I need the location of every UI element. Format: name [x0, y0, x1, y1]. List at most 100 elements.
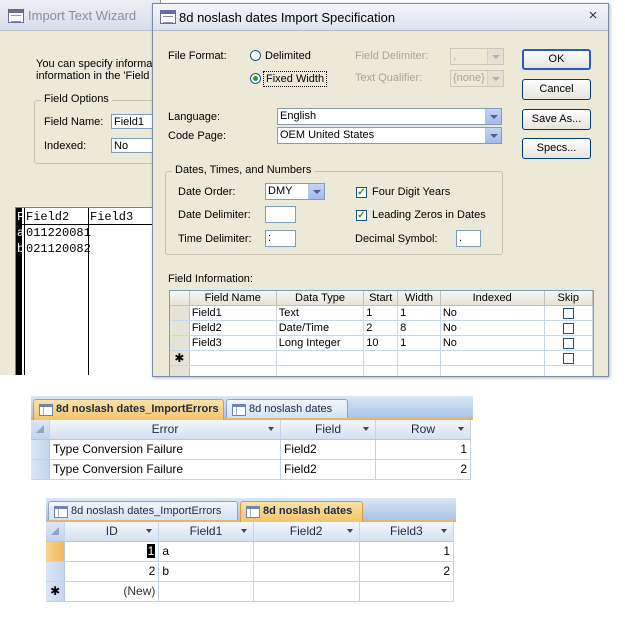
grid-header-data-type[interactable]: Data Type: [276, 291, 365, 306]
id-cell[interactable]: 1: [64, 541, 160, 562]
row-selector[interactable]: [170, 320, 190, 336]
table-row[interactable]: 1 a 1: [46, 541, 455, 562]
tab-import-errors[interactable]: 8d noslash dates_ImportErrors: [48, 501, 238, 520]
table-row[interactable]: 2 b 2: [46, 561, 455, 582]
field-delimiter-select[interactable]: ,: [450, 48, 504, 65]
field2-cell[interactable]: [253, 541, 360, 562]
grid-cell[interactable]: No: [440, 305, 545, 321]
fixed-width-radio[interactable]: [250, 73, 261, 84]
field1-cell[interactable]: b: [158, 561, 254, 582]
code-page-select[interactable]: OEM United States: [277, 127, 502, 144]
leading-zeros-checkbox[interactable]: ✓: [356, 210, 367, 221]
row-selector[interactable]: [46, 561, 66, 582]
field-information-grid[interactable]: Field Name Data Type Start Width Indexed…: [169, 290, 594, 376]
select-all-corner[interactable]: [31, 420, 50, 440]
grid-cell[interactable]: Field1: [189, 305, 277, 321]
table-row[interactable]: Type Conversion Failure Field2 2: [31, 459, 471, 480]
grid-cell[interactable]: 2: [363, 320, 399, 336]
tab-noslash-dates[interactable]: 8d noslash dates: [240, 501, 363, 522]
grid-cell[interactable]: Long Integer: [276, 335, 365, 351]
field1-cell[interactable]: a: [158, 541, 254, 562]
grid-cell[interactable]: [440, 350, 545, 366]
close-icon[interactable]: ×: [586, 7, 600, 24]
field-cell[interactable]: Field2: [280, 459, 376, 480]
time-delimiter-input[interactable]: :: [265, 230, 296, 247]
error-cell[interactable]: Type Conversion Failure: [49, 439, 281, 460]
field3-cell[interactable]: [359, 581, 455, 602]
new-row[interactable]: ✱ (New): [46, 581, 455, 602]
id-new-cell[interactable]: (New): [64, 581, 160, 602]
delimited-radio[interactable]: [250, 50, 261, 61]
column-header-field2[interactable]: Field2: [253, 522, 360, 542]
grid-cell[interactable]: Field3: [189, 335, 277, 351]
text-qualifier-select[interactable]: {none}: [450, 70, 504, 87]
grid-header-skip[interactable]: Skip: [544, 291, 593, 306]
ok-button[interactable]: OK: [522, 49, 591, 70]
row-selector[interactable]: [31, 459, 50, 480]
data-preview-grid[interactable]: F Field2 Field3 a 011220081 b 021120082: [15, 207, 160, 375]
grid-corner[interactable]: [170, 291, 190, 306]
id-cell[interactable]: 2: [64, 561, 160, 582]
chevron-down-icon[interactable]: [240, 529, 247, 533]
grid-cell[interactable]: Date/Time: [276, 320, 365, 336]
grid-cell[interactable]: 10: [363, 335, 399, 351]
field3-cell[interactable]: 2: [359, 561, 455, 582]
table-row[interactable]: Type Conversion Failure Field2 1: [31, 439, 471, 460]
grid-cell[interactable]: [397, 350, 441, 366]
grid-cell[interactable]: 1: [397, 305, 441, 321]
grid-cell[interactable]: [363, 350, 399, 366]
row-selector[interactable]: [46, 541, 66, 562]
skip-checkbox[interactable]: [562, 307, 574, 319]
specs-button[interactable]: Specs...: [522, 138, 591, 159]
save-as-button[interactable]: Save As...: [522, 109, 591, 130]
chevron-down-icon[interactable]: [268, 427, 274, 431]
four-digit-years-checkbox[interactable]: ✓: [356, 187, 367, 198]
chevron-down-icon[interactable]: [441, 529, 447, 533]
row-selector[interactable]: [170, 335, 190, 351]
row-selector[interactable]: [170, 305, 190, 321]
grid-cell[interactable]: [276, 350, 365, 366]
chevron-down-icon[interactable]: [346, 529, 353, 533]
cancel-button[interactable]: Cancel: [522, 79, 591, 100]
field2-cell[interactable]: [253, 581, 360, 602]
select-all-corner[interactable]: [46, 522, 66, 542]
column-header-field1[interactable]: Field1: [158, 522, 254, 542]
grid-cell[interactable]: 1: [363, 305, 399, 321]
table-row[interactable]: Field1 Text 1 1 No: [170, 305, 593, 321]
column-header-field3[interactable]: Field3: [359, 522, 455, 542]
errors-table[interactable]: Error Field Row Type Conversion Failure …: [31, 420, 471, 480]
grid-cell[interactable]: No: [440, 335, 545, 351]
skip-checkbox[interactable]: [562, 322, 574, 334]
column-header-row[interactable]: Row: [375, 420, 471, 440]
grid-header-width[interactable]: Width: [397, 291, 441, 306]
field1-cell[interactable]: [158, 581, 254, 602]
grid-header-start[interactable]: Start: [363, 291, 399, 306]
error-cell[interactable]: Type Conversion Failure: [49, 459, 281, 480]
tab-noslash-dates[interactable]: 8d noslash dates: [226, 399, 348, 418]
grid-cell[interactable]: 8: [397, 320, 441, 336]
new-row[interactable]: ✱: [170, 350, 593, 366]
grid-header-indexed[interactable]: Indexed: [440, 291, 545, 306]
table-row[interactable]: Field2 Date/Time 2 8 No: [170, 320, 593, 336]
date-order-select[interactable]: DMY: [265, 183, 325, 200]
grid-cell[interactable]: [189, 350, 277, 366]
column-header-id[interactable]: ID: [64, 522, 160, 542]
row-cell[interactable]: 1: [375, 439, 471, 460]
row-selector[interactable]: [31, 439, 50, 460]
table-row[interactable]: Field3 Long Integer 10 1 No: [170, 335, 593, 351]
grid-cell[interactable]: Field2: [189, 320, 277, 336]
column-header-field[interactable]: Field: [280, 420, 376, 440]
column-header-error[interactable]: Error: [49, 420, 281, 440]
field2-cell[interactable]: [253, 561, 360, 582]
chevron-down-icon[interactable]: [146, 529, 153, 533]
field-cell[interactable]: Field2: [280, 439, 376, 460]
chevron-down-icon[interactable]: [458, 427, 464, 431]
chevron-down-icon[interactable]: [363, 427, 369, 431]
row-cell[interactable]: 2: [375, 459, 471, 480]
language-select[interactable]: English: [277, 108, 502, 125]
grid-cell[interactable]: 1: [397, 335, 441, 351]
grid-cell[interactable]: No: [440, 320, 545, 336]
field3-cell[interactable]: 1: [359, 541, 455, 562]
tab-import-errors[interactable]: 8d noslash dates_ImportErrors: [33, 399, 224, 420]
grid-header-field-name[interactable]: Field Name: [189, 291, 277, 306]
